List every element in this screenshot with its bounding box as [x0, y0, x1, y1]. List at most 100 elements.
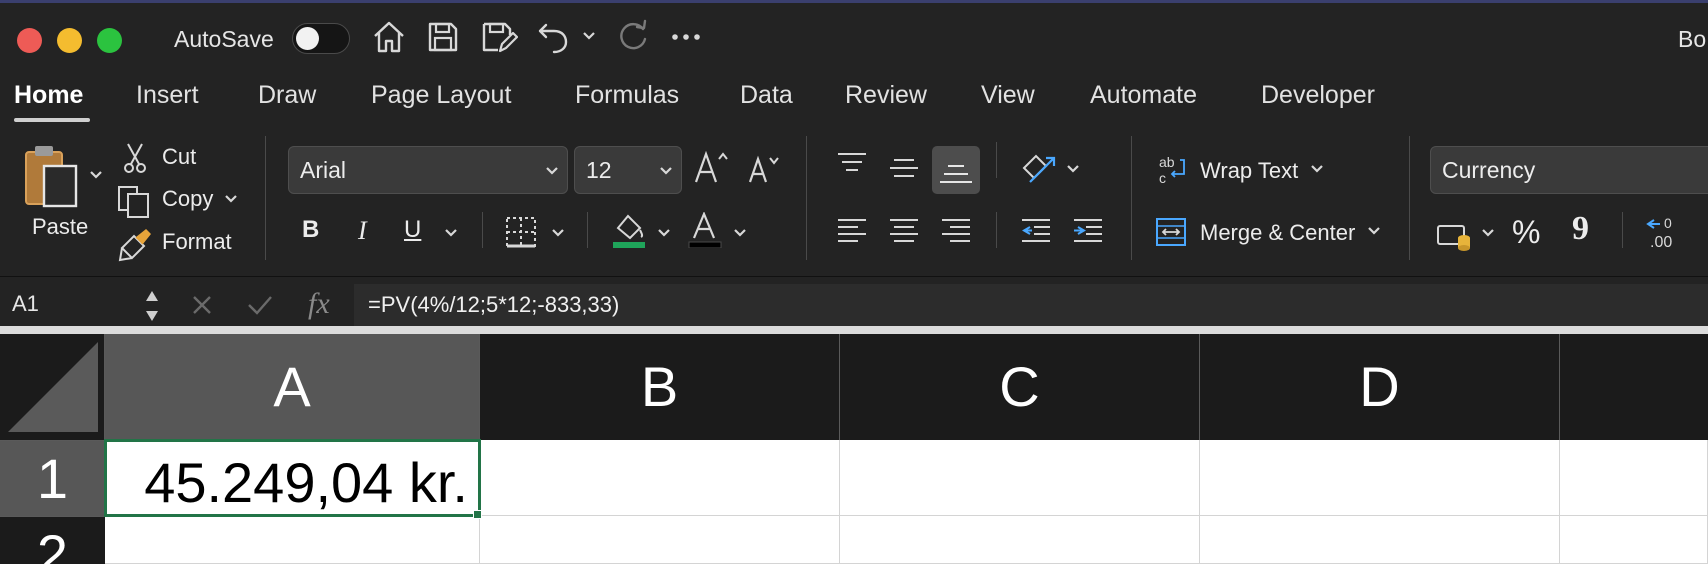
cell-b1[interactable] [480, 440, 840, 516]
maximize-window-button[interactable] [97, 28, 122, 53]
increase-indent-icon[interactable] [1072, 218, 1104, 244]
redo-icon[interactable] [616, 19, 650, 55]
font-name-combobox[interactable]: Arial [288, 146, 568, 194]
save-icon[interactable] [426, 19, 460, 55]
cut-button[interactable]: Cut [162, 144, 196, 170]
align-middle-icon[interactable] [888, 158, 920, 182]
italic-button[interactable]: I [358, 216, 367, 246]
increase-decimal-icon[interactable]: 0.00 [1646, 214, 1686, 250]
paste-dropdown-chevron-icon[interactable] [89, 170, 103, 180]
cell-a2[interactable] [105, 516, 480, 564]
close-window-button[interactable] [17, 28, 42, 53]
column-header-d[interactable]: D [1200, 334, 1560, 440]
home-icon[interactable] [372, 19, 406, 55]
column-header-b[interactable]: B [480, 334, 840, 440]
cut-icon[interactable] [122, 142, 148, 174]
tab-review[interactable]: Review [845, 81, 927, 110]
undo-dropdown-chevron-icon[interactable] [582, 31, 596, 41]
name-box-stepper-icon[interactable] [144, 287, 160, 325]
cell-d1[interactable] [1200, 440, 1560, 516]
tab-automate[interactable]: Automate [1090, 81, 1197, 110]
cell-e1[interactable] [1560, 440, 1708, 516]
name-box[interactable]: A1 [0, 277, 166, 333]
tab-page-layout[interactable]: Page Layout [371, 81, 511, 110]
tab-draw[interactable]: Draw [258, 81, 316, 110]
text-orientation-icon[interactable] [1020, 150, 1058, 186]
column-header-e[interactable] [1560, 334, 1708, 440]
cell-d2[interactable] [1200, 516, 1560, 564]
percent-style-button[interactable]: % [1512, 214, 1540, 251]
wrap-text-icon[interactable]: ab c [1158, 154, 1188, 186]
formula-bar-divider [0, 326, 1708, 334]
tab-home[interactable]: Home [14, 81, 83, 110]
borders-icon[interactable] [505, 216, 537, 248]
formula-bar: A1 fx =PV(4%/12;5*12;-833,33) [0, 276, 1708, 332]
decrease-font-size-icon[interactable] [748, 154, 782, 184]
font-size-combobox[interactable]: 12 [574, 146, 682, 194]
copy-button[interactable]: Copy [162, 186, 213, 212]
wrap-text-button[interactable]: Wrap Text [1200, 158, 1298, 184]
cell-e2[interactable] [1560, 516, 1708, 564]
align-right-icon[interactable] [940, 218, 972, 244]
underline-button[interactable]: U [404, 216, 421, 244]
align-center-icon[interactable] [888, 218, 920, 244]
more-icon[interactable] [670, 31, 702, 43]
cell-a1[interactable]: 45.249,04 kr. [104, 439, 481, 517]
confirm-entry-icon[interactable] [246, 293, 274, 317]
bold-button[interactable]: B [302, 216, 319, 244]
active-tab-indicator [14, 118, 90, 122]
align-left-icon[interactable] [836, 218, 868, 244]
fill-color-icon[interactable] [612, 212, 646, 248]
copy-dropdown-chevron-icon[interactable] [224, 194, 238, 204]
save-as-icon[interactable] [480, 19, 518, 55]
tab-data[interactable]: Data [740, 81, 793, 110]
wrap-text-chevron-icon[interactable] [1310, 164, 1324, 174]
svg-text:ab: ab [1159, 154, 1175, 170]
select-all-button[interactable] [0, 334, 105, 440]
cancel-entry-icon[interactable] [190, 293, 214, 317]
text-orientation-chevron-icon[interactable] [1066, 164, 1080, 174]
format-painter-icon[interactable] [118, 228, 152, 262]
fill-handle[interactable] [473, 510, 482, 519]
formula-input[interactable]: =PV(4%/12;5*12;-833,33) [354, 284, 1708, 328]
number-format-combobox[interactable]: Currency [1430, 146, 1708, 194]
merge-center-icon[interactable] [1155, 217, 1187, 247]
merge-center-button[interactable]: Merge & Center [1200, 220, 1355, 246]
align-bottom-icon[interactable] [932, 146, 980, 194]
paste-button[interactable]: Paste [32, 214, 88, 240]
undo-icon[interactable] [536, 19, 570, 55]
tab-developer[interactable]: Developer [1261, 81, 1375, 110]
tab-insert[interactable]: Insert [136, 81, 199, 110]
copy-icon[interactable] [117, 185, 151, 219]
merge-center-chevron-icon[interactable] [1367, 226, 1381, 236]
accounting-format-icon[interactable] [1436, 222, 1472, 252]
cell-c2[interactable] [840, 516, 1200, 564]
accounting-format-chevron-icon[interactable] [1481, 228, 1495, 238]
format-painter-button[interactable]: Format [162, 229, 232, 255]
ribbon-separator [265, 136, 266, 260]
underline-dropdown-chevron-icon[interactable] [444, 228, 458, 238]
row-header-1[interactable]: 1 [0, 440, 105, 516]
font-color-icon[interactable] [688, 212, 722, 248]
tab-formulas[interactable]: Formulas [575, 81, 679, 110]
borders-dropdown-chevron-icon[interactable] [551, 228, 565, 238]
comma-style-button[interactable]: 9 [1572, 210, 1589, 248]
row-header-2[interactable]: 2 [0, 516, 105, 564]
autosave-label: AutoSave [174, 26, 274, 52]
cell-b2[interactable] [480, 516, 840, 564]
insert-function-button[interactable]: fx [308, 287, 330, 321]
svg-text:c: c [1159, 170, 1166, 186]
font-color-dropdown-chevron-icon[interactable] [733, 228, 747, 238]
column-header-c[interactable]: C [840, 334, 1200, 440]
fill-color-dropdown-chevron-icon[interactable] [657, 228, 671, 238]
minimize-window-button[interactable] [57, 28, 82, 53]
increase-font-size-icon[interactable] [694, 150, 730, 184]
ribbon-separator [1409, 136, 1410, 260]
decrease-indent-icon[interactable] [1020, 218, 1052, 244]
column-header-a[interactable]: A [105, 334, 480, 440]
align-top-icon[interactable] [836, 152, 868, 176]
paste-icon[interactable] [22, 144, 82, 212]
tab-view[interactable]: View [981, 81, 1035, 110]
autosave-toggle[interactable] [292, 23, 350, 54]
cell-c1[interactable] [840, 440, 1200, 516]
